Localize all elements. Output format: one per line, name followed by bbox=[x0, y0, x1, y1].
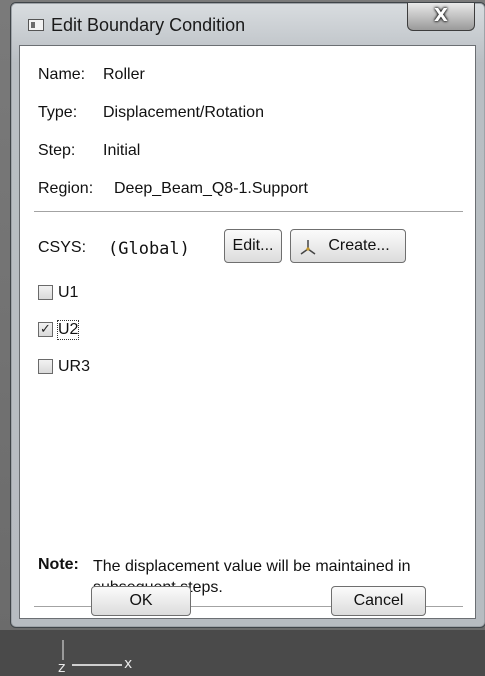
csys-axes-icon bbox=[300, 240, 316, 255]
csys-create-button[interactable]: Create... bbox=[290, 229, 406, 263]
ur3-checkbox[interactable] bbox=[38, 359, 53, 374]
close-icon: X bbox=[434, 5, 448, 26]
name-label: Name: bbox=[38, 66, 86, 83]
ur3-label: UR3 bbox=[58, 358, 91, 375]
window-icon bbox=[28, 19, 44, 31]
csys-create-label: Create... bbox=[328, 237, 390, 254]
step-label: Step: bbox=[38, 142, 76, 159]
csys-label: CSYS: bbox=[38, 239, 87, 256]
type-value: Displacement/Rotation bbox=[103, 104, 264, 121]
title-bar[interactable]: Edit Boundary Condition X bbox=[11, 3, 485, 43]
csys-edit-button[interactable]: Edit... bbox=[224, 229, 282, 263]
u2-label: U2 bbox=[56, 320, 80, 340]
axis-z-label: z bbox=[58, 660, 66, 676]
axis-triad: z x bbox=[28, 640, 138, 676]
axis-x-line bbox=[72, 664, 122, 666]
csys-value: (Global) bbox=[108, 239, 190, 259]
note-label: Note: bbox=[38, 556, 79, 573]
edit-boundary-condition-dialog: Edit Boundary Condition X Name: Roller T… bbox=[10, 2, 485, 628]
name-value: Roller bbox=[103, 66, 145, 83]
u1-label: U1 bbox=[58, 284, 79, 301]
window-title: Edit Boundary Condition bbox=[51, 15, 246, 35]
u1-checkbox[interactable] bbox=[38, 285, 53, 300]
dialog-body: Name: Roller Type: Displacement/Rotation… bbox=[19, 45, 476, 619]
axis-x-label: x bbox=[124, 656, 133, 672]
cancel-button[interactable]: Cancel bbox=[331, 586, 426, 616]
cancel-label: Cancel bbox=[353, 592, 404, 609]
region-label: Region: bbox=[38, 180, 94, 197]
type-label: Type: bbox=[38, 104, 78, 121]
separator-top bbox=[34, 211, 463, 213]
ok-button[interactable]: OK bbox=[91, 586, 191, 616]
u2-checkbox[interactable]: ✓ bbox=[38, 322, 53, 337]
csys-edit-label: Edit... bbox=[232, 237, 274, 254]
close-button[interactable]: X bbox=[407, 3, 475, 31]
region-value: Deep_Beam_Q8-1.Support bbox=[114, 180, 308, 197]
ok-label: OK bbox=[129, 592, 153, 609]
axis-y-line bbox=[62, 640, 64, 660]
step-value: Initial bbox=[103, 142, 141, 159]
